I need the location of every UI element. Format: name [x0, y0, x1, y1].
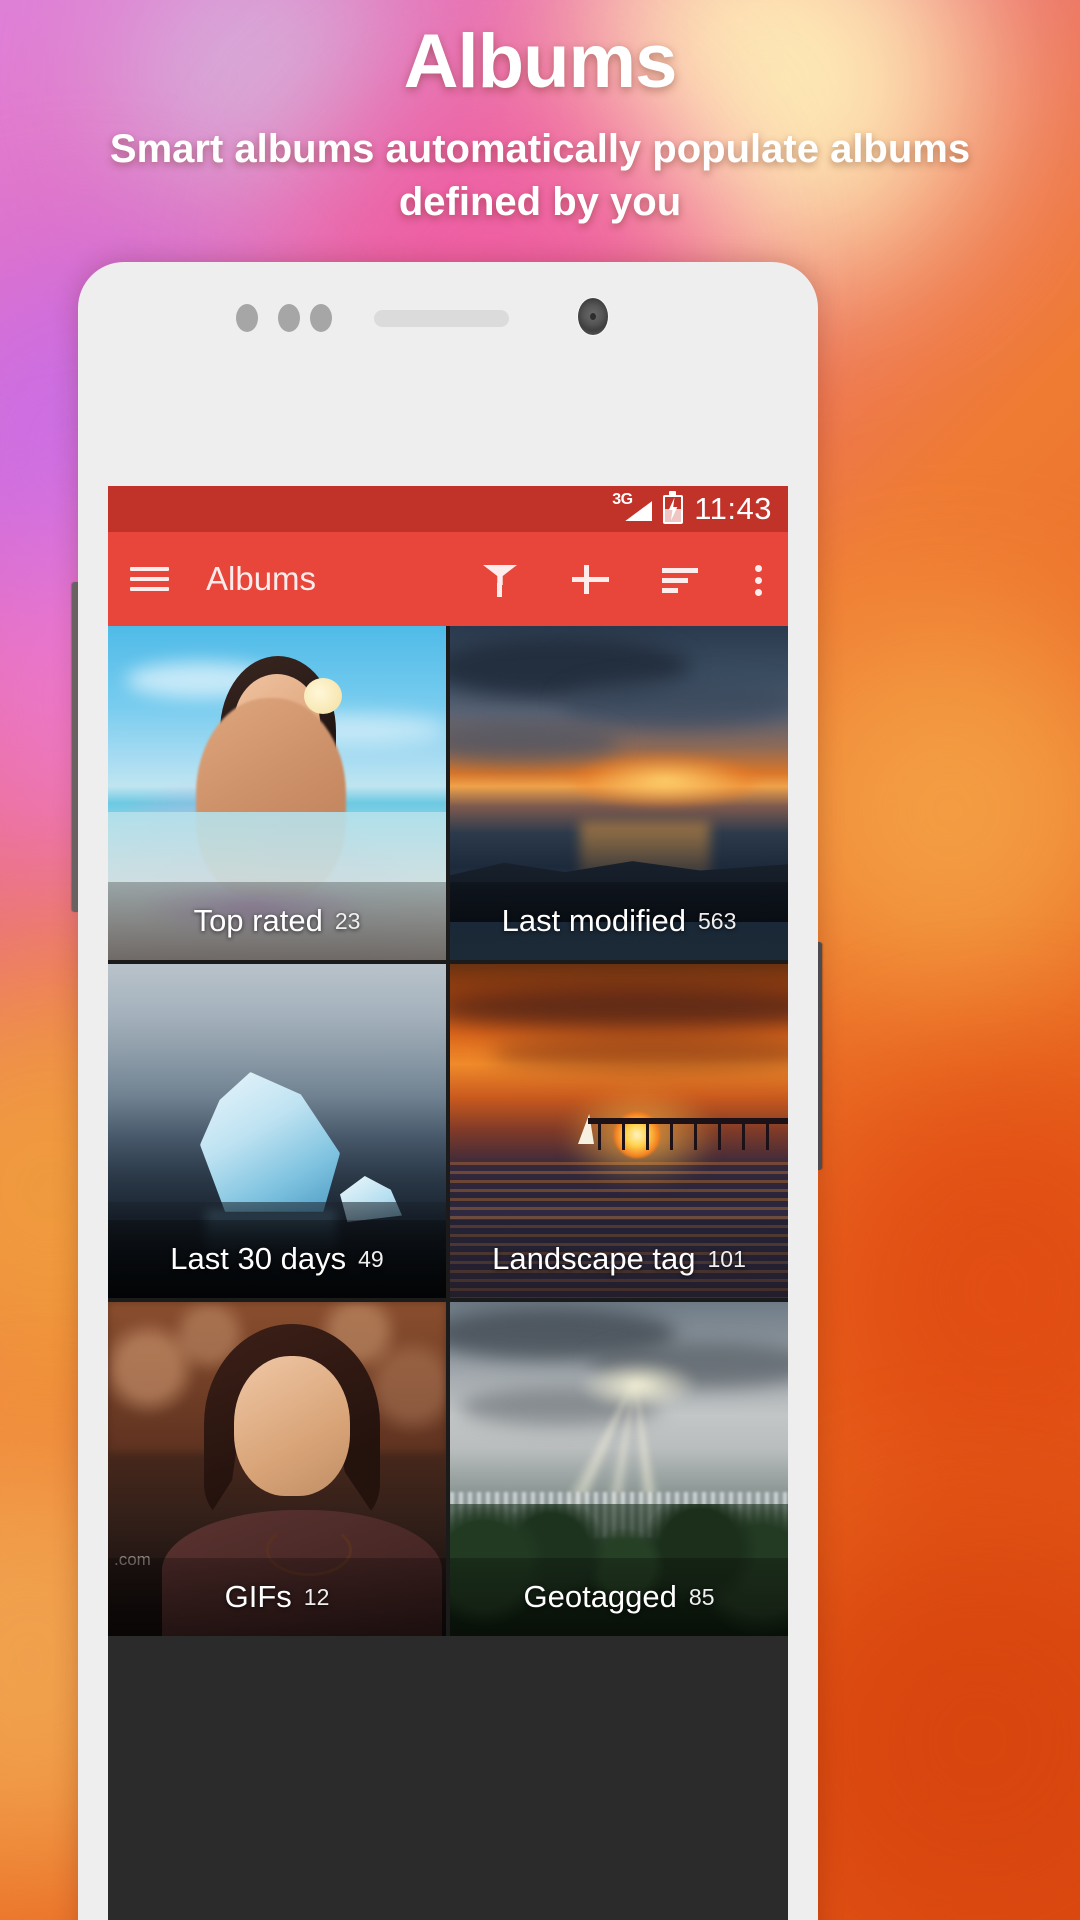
network-type-label: 3G: [612, 491, 633, 508]
album-tile-landscape-tag[interactable]: Landscape tag 101: [450, 964, 788, 1298]
front-camera-icon: [578, 298, 608, 335]
album-count: 49: [358, 1245, 384, 1272]
album-count: 101: [707, 1245, 746, 1272]
album-name: Last modified: [501, 903, 686, 938]
album-tile-geotagged[interactable]: Geotagged 85: [450, 1302, 788, 1636]
earpiece-speaker: [374, 310, 509, 327]
sort-icon[interactable]: [658, 557, 702, 601]
app-bar-title: Albums: [206, 560, 317, 597]
page-title: Albums: [403, 19, 678, 104]
promo-header: Albums Smart albums automatically popula…: [0, 0, 1080, 229]
filter-funnel-icon[interactable]: [478, 557, 522, 601]
album-name: GIFs: [224, 1579, 292, 1614]
album-caption: Landscape tag 101: [450, 1220, 788, 1298]
album-name: Landscape tag: [492, 1241, 696, 1276]
album-name: Top rated: [193, 903, 323, 938]
phone-top-bezel: [78, 262, 818, 486]
grid-bottom-spacer: [108, 1636, 788, 1682]
overflow-menu-icon[interactable]: [750, 557, 768, 601]
light-sensor-icon: [278, 304, 300, 332]
album-caption: Last 30 days 49: [108, 1220, 446, 1298]
proximity-sensor-icon: [236, 304, 258, 332]
status-bar: 3G 11:43: [108, 486, 788, 532]
notification-led-icon: [310, 304, 332, 332]
album-tile-top-rated[interactable]: Top rated 23: [108, 626, 446, 960]
album-count: 85: [688, 1583, 715, 1610]
status-bar-clock: 11:43: [694, 491, 772, 526]
signal-bars-icon: 3G: [612, 491, 653, 524]
album-name: Geotagged: [523, 1579, 677, 1614]
album-caption: GIFs 12: [108, 1558, 446, 1636]
plus-icon[interactable]: [568, 557, 612, 601]
album-count: 563: [698, 907, 737, 934]
album-count: 12: [303, 1583, 330, 1610]
album-count: 23: [334, 907, 361, 934]
album-tile-last-30-days[interactable]: Last 30 days 49: [108, 964, 446, 1298]
hamburger-menu-icon[interactable]: [128, 564, 172, 594]
phone-mockup: 3G 11:43 Albums Top rated 23 Last modifi…: [78, 262, 818, 1920]
battery-charging-icon: [663, 490, 684, 524]
album-name: Last 30 days: [170, 1241, 347, 1276]
album-grid: Top rated 23 Last modified 563 Last 30 d…: [108, 626, 788, 1636]
phone-screen: 3G 11:43 Albums Top rated 23 Last modifi…: [108, 486, 788, 1920]
album-tile-gifs[interactable]: .com GIFs 12: [108, 1302, 446, 1636]
album-caption: Last modified 563: [450, 882, 788, 960]
app-bar: Albums: [108, 532, 788, 626]
album-tile-last-modified[interactable]: Last modified 563: [450, 626, 788, 960]
album-caption: Geotagged 85: [450, 1558, 788, 1636]
album-caption: Top rated 23: [108, 882, 446, 960]
promo-subtitle: Smart albums automatically populate albu…: [109, 127, 971, 224]
